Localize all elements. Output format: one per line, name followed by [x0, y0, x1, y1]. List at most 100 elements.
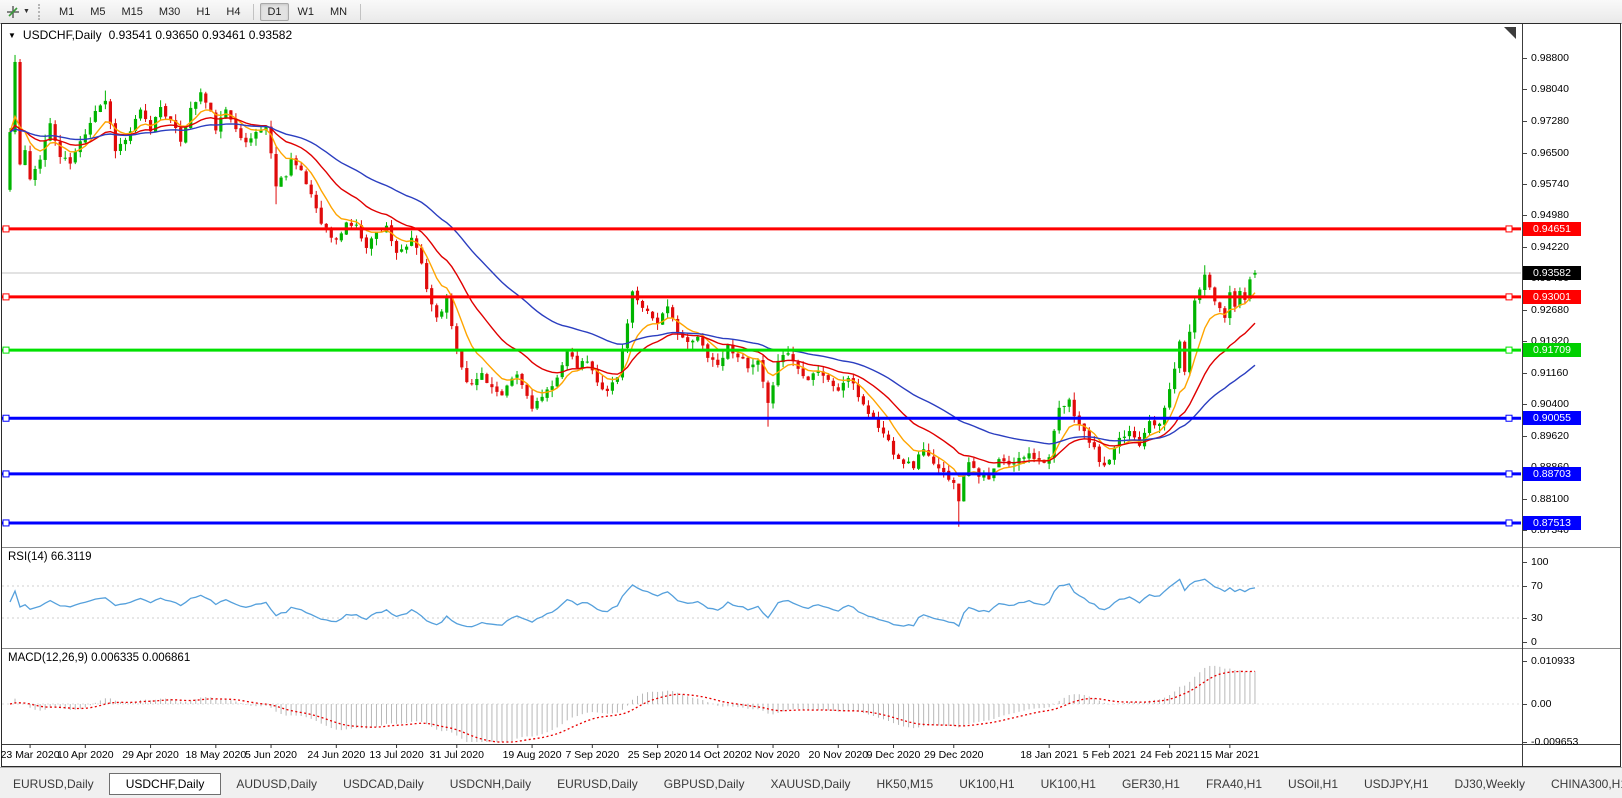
- timeframe-button-M15[interactable]: M15: [115, 3, 150, 21]
- price-tick-label: 0.92680: [1531, 304, 1569, 316]
- timeframe-button-H4[interactable]: H4: [219, 3, 247, 21]
- date-axis-label: 10 Apr 2020: [57, 749, 114, 761]
- price-tick-mark: [1523, 530, 1527, 531]
- price-tick-mark: [1523, 247, 1527, 248]
- macd-tick-label: 0.00: [1531, 698, 1551, 710]
- price-tick-label: 0.91160: [1531, 367, 1568, 379]
- price-line-badge: 0.88703: [1523, 467, 1581, 481]
- price-tick-mark: [1523, 499, 1527, 500]
- symbol-tab-GBPUSD-Daily[interactable]: GBPUSD,Daily: [651, 774, 758, 794]
- chart-plot-area[interactable]: [2, 24, 1522, 744]
- rsi-tick-mark: [1523, 562, 1527, 563]
- rsi-tick-mark: [1523, 618, 1527, 619]
- price-tick-mark: [1523, 153, 1527, 154]
- macd-tick-label: 0.010933: [1531, 655, 1575, 667]
- rsi-tick-mark: [1523, 586, 1527, 587]
- date-axis-label: 29 Apr 2020: [122, 749, 179, 761]
- date-axis-label: 31 Jul 2020: [430, 749, 484, 761]
- date-axis-label: 13 Jul 2020: [369, 749, 423, 761]
- price-tick-mark: [1523, 310, 1527, 311]
- macd-tick-label: -0.009653: [1531, 736, 1578, 748]
- symbol-tab-GER30-H1[interactable]: GER30,H1: [1109, 774, 1193, 794]
- symbol-tab-USDJPY-H1[interactable]: USDJPY,H1: [1351, 774, 1441, 794]
- date-axis-label: 5 Jun 2020: [245, 749, 297, 761]
- rsi-tick-label: 0: [1531, 636, 1537, 648]
- price-line-badge: 0.87513: [1523, 516, 1581, 530]
- price-tick-label: 0.98800: [1531, 52, 1569, 64]
- symbol-tab-USDCNH-Daily[interactable]: USDCNH,Daily: [437, 774, 544, 794]
- chart-ohlc-values: 0.93541 0.93650 0.93461 0.93582: [109, 28, 293, 42]
- toolbar-separator: [253, 4, 254, 20]
- toolbar-dropdown-arrow-icon[interactable]: ▼: [23, 8, 30, 15]
- price-tick-mark: [1523, 404, 1527, 405]
- timeframe-button-M30[interactable]: M30: [152, 3, 187, 21]
- price-tick-label: 0.94220: [1531, 241, 1569, 253]
- timeframe-button-M5[interactable]: M5: [83, 3, 112, 21]
- trading-terminal-window: ▼ M1M5M15M30H1H4 D1W1MN ▼ USDCHF,Daily 0.…: [0, 0, 1622, 798]
- date-axis-label: 23 Mar 2020: [1, 749, 60, 761]
- date-axis-label: 9 Dec 2020: [867, 749, 921, 761]
- toolbar-grip-handle[interactable]: [38, 4, 43, 20]
- price-tick-mark: [1523, 121, 1527, 122]
- timeframe-button-MN[interactable]: MN: [323, 3, 354, 21]
- symbol-tab-EURUSD-Daily[interactable]: EURUSD,Daily: [544, 774, 651, 794]
- price-tick-label: 0.89620: [1531, 430, 1569, 442]
- symbol-tab-UK100-H1[interactable]: UK100,H1: [1028, 774, 1109, 794]
- price-tick-label: 0.94980: [1531, 209, 1569, 221]
- symbol-tab-UK100-H1[interactable]: UK100,H1: [946, 774, 1027, 794]
- chart-symbol-label: USDCHF,Daily: [23, 28, 102, 42]
- price-tick-mark: [1523, 184, 1527, 185]
- rsi-tick-label: 100: [1531, 556, 1549, 568]
- price-line-badge: 0.94651: [1523, 222, 1581, 236]
- symbol-tab-HK50-M15[interactable]: HK50,M15: [863, 774, 946, 794]
- price-line-badge: 0.91709: [1523, 343, 1581, 357]
- symbol-tab-DJ30-Weekly[interactable]: DJ30,Weekly: [1442, 774, 1538, 794]
- macd-tick-mark: [1523, 704, 1527, 705]
- date-axis-label: 24 Feb 2021: [1140, 749, 1199, 761]
- timeframe-toolbar: ▼ M1M5M15M30H1H4 D1W1MN: [0, 0, 1622, 24]
- rsi-indicator-label: RSI(14) 66.3119: [8, 551, 92, 563]
- price-tick-label: 0.88100: [1531, 493, 1569, 505]
- date-axis-label: 20 Nov 2020: [809, 749, 869, 761]
- symbol-tab-CHINA300-H1[interactable]: CHINA300,H1: [1538, 774, 1622, 794]
- symbol-tab-USDCHF-Daily[interactable]: USDCHF,Daily: [109, 773, 222, 795]
- timeframe-button-H1[interactable]: H1: [189, 3, 217, 21]
- price-scale-area[interactable]: [1522, 24, 1622, 744]
- symbol-tab-bar: EURUSD,DailyUSDCHF,DailyAUDUSD,DailyUSDC…: [0, 767, 1622, 798]
- symbol-tab-XAUUSD-Daily[interactable]: XAUUSD,Daily: [757, 774, 863, 794]
- symbol-tab-USOil-H1[interactable]: USOil,H1: [1275, 774, 1351, 794]
- timeframe-button-M1[interactable]: M1: [52, 3, 81, 21]
- date-axis-label: 18 Jan 2021: [1020, 749, 1078, 761]
- macd-indicator-label: MACD(12,26,9) 0.006335 0.006861: [8, 652, 190, 664]
- date-axis-label: 24 Jun 2020: [307, 749, 365, 761]
- price-tick-label: 0.98040: [1531, 83, 1569, 95]
- price-line-badge: 0.93001: [1523, 290, 1581, 304]
- date-axis-label: 25 Sep 2020: [628, 749, 688, 761]
- symbol-tab-USDCAD-Daily[interactable]: USDCAD,Daily: [330, 774, 437, 794]
- symbol-tab-AUDUSD-Daily[interactable]: AUDUSD,Daily: [223, 774, 330, 794]
- rsi-tick-label: 70: [1531, 580, 1543, 592]
- rsi-tick-mark: [1523, 642, 1527, 643]
- symbol-tab-FRA40-H1[interactable]: FRA40,H1: [1193, 774, 1275, 794]
- date-axis-label: 2 Nov 2020: [746, 749, 800, 761]
- macd-tick-mark: [1523, 661, 1527, 662]
- price-line-badge: 0.90055: [1523, 411, 1581, 425]
- date-axis-label: 5 Feb 2021: [1083, 749, 1136, 761]
- date-axis-label: 15 Mar 2021: [1200, 749, 1259, 761]
- price-tick-label: 0.95740: [1531, 178, 1569, 190]
- price-tick-mark: [1523, 215, 1527, 216]
- price-tick-mark: [1523, 373, 1527, 374]
- macd-tick-mark: [1523, 742, 1527, 743]
- chart-title-dropdown-icon[interactable]: ▼: [8, 31, 16, 40]
- date-axis-label: 7 Sep 2020: [565, 749, 619, 761]
- price-tick-mark: [1523, 436, 1527, 437]
- crosshair-icon[interactable]: [5, 4, 21, 20]
- timeframe-button-W1[interactable]: W1: [291, 3, 322, 21]
- price-tick-mark: [1523, 89, 1527, 90]
- price-tick-label: 0.90400: [1531, 398, 1569, 410]
- date-axis-label: 19 Aug 2020: [503, 749, 562, 761]
- price-tick-label: 0.97280: [1531, 115, 1569, 127]
- chart-title: ▼ USDCHF,Daily 0.93541 0.93650 0.93461 0…: [8, 28, 292, 42]
- symbol-tab-EURUSD-Daily[interactable]: EURUSD,Daily: [0, 774, 107, 794]
- timeframe-button-D1[interactable]: D1: [260, 3, 288, 21]
